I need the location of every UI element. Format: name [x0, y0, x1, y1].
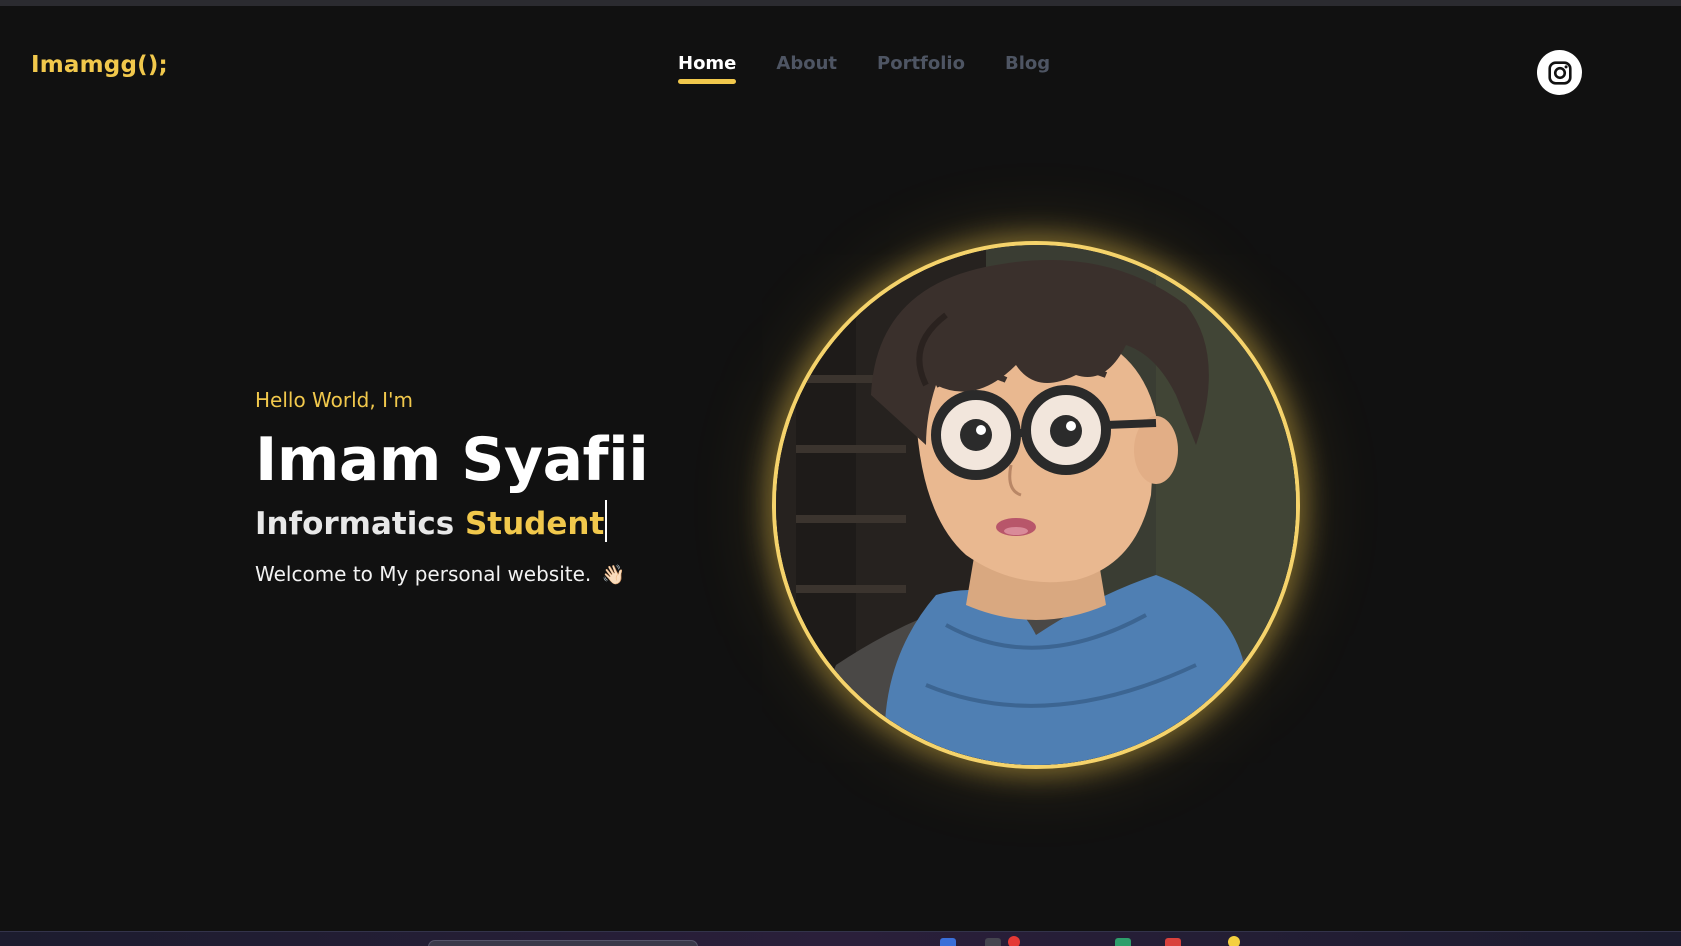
hero-welcome-text: Welcome to My personal website.: [255, 562, 592, 586]
taskbar-app-icon[interactable]: [1115, 938, 1131, 946]
notification-badge: [1228, 936, 1240, 946]
wave-emoji-icon: 👋🏻: [601, 564, 626, 586]
nav-link-about-label: About: [776, 53, 838, 74]
instagram-icon: [1547, 60, 1572, 85]
hero-role-word-1: Informatics: [255, 506, 455, 542]
nav-link-portfolio[interactable]: Portfolio: [877, 53, 965, 84]
instagram-button[interactable]: [1537, 50, 1582, 95]
hero-text: Hello World, I'm Imam Syafii Informatics…: [255, 388, 715, 586]
taskbar-search[interactable]: [428, 940, 698, 946]
nav-link-blog[interactable]: Blog: [1005, 53, 1050, 84]
profile-avatar-illustration: [776, 245, 1296, 765]
taskbar-app-icon[interactable]: [985, 938, 1001, 946]
hero-greeting: Hello World, I'm: [255, 388, 413, 412]
navbar: Imamgg(); Home About Portfolio Blog: [0, 6, 1681, 126]
nav-link-blog-label: Blog: [1004, 53, 1051, 74]
hero-role-word-2: Student: [464, 506, 605, 542]
profile-avatar: [772, 241, 1300, 769]
nav-link-home-label: Home: [678, 53, 737, 74]
hero-welcome: Welcome to My personal website. 👋🏻: [255, 562, 715, 586]
nav-links: Home About Portfolio Blog: [678, 53, 1050, 84]
hero-name: Imam Syafii: [255, 425, 649, 495]
hero-role: Informatics Student: [255, 500, 715, 542]
nav-link-home[interactable]: Home: [678, 53, 737, 84]
taskbar-app-icon[interactable]: [940, 938, 956, 946]
brand-logo[interactable]: Imamgg();: [31, 52, 168, 78]
nav-link-about[interactable]: About: [776, 53, 837, 84]
typing-caret: [605, 500, 608, 542]
notification-badge: [1008, 936, 1020, 946]
taskbar-app-icon[interactable]: [1165, 938, 1181, 946]
active-underline: [678, 79, 737, 84]
os-taskbar: [0, 931, 1681, 946]
nav-link-portfolio-label: Portfolio: [877, 53, 965, 74]
